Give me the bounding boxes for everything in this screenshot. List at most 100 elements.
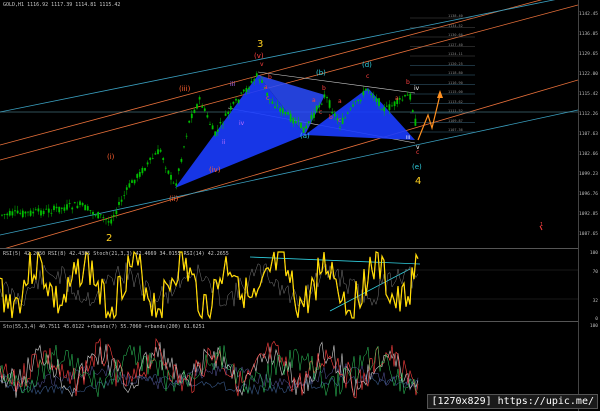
wave-label-a2: a xyxy=(312,97,316,104)
wave-label-e-paren: (e) xyxy=(412,163,422,171)
candle-body xyxy=(235,98,237,101)
candle-body xyxy=(248,87,250,90)
candle-body xyxy=(107,221,110,223)
candle-body xyxy=(16,210,19,214)
candle-body xyxy=(138,172,141,177)
candle-body xyxy=(352,104,354,107)
price-chart[interactable] xyxy=(0,0,578,248)
candle-body xyxy=(271,101,274,104)
candle-body xyxy=(357,99,360,102)
price-tick: 1142.45 xyxy=(579,12,598,17)
wave-label-iv-paren: (iv) xyxy=(209,166,221,174)
candle-body xyxy=(206,115,209,118)
candle-body xyxy=(276,104,279,106)
candle-body xyxy=(66,204,68,210)
candle-body xyxy=(76,205,79,209)
candle-body xyxy=(34,209,37,211)
candle-body xyxy=(209,124,211,125)
candle-body xyxy=(214,131,217,136)
candle-body xyxy=(344,117,347,119)
rsi-tick: 100 xyxy=(589,251,598,256)
axis-separator xyxy=(578,0,579,411)
fib-label: 1127.40 xyxy=(448,42,463,47)
candle-body xyxy=(383,107,386,112)
candle-body xyxy=(183,146,185,148)
candle-body xyxy=(24,211,27,214)
candle-body xyxy=(307,121,310,124)
price-tick: 1129.65 xyxy=(579,52,598,57)
wave-label-ii: ii xyxy=(222,139,226,146)
candle-body xyxy=(149,157,152,161)
rsi-tick: 32 xyxy=(592,299,598,304)
candle-body xyxy=(32,211,35,214)
wave-label-roman-iv: iv xyxy=(414,85,420,92)
candle-body xyxy=(294,121,297,124)
candle-body xyxy=(185,135,188,137)
candle-body xyxy=(180,159,183,162)
fib-label: 1118.80 xyxy=(448,71,463,75)
candle-body xyxy=(27,211,29,213)
candle-body xyxy=(323,94,326,98)
candle-body xyxy=(242,89,245,92)
candle-body xyxy=(14,210,16,212)
candle-body xyxy=(164,167,167,169)
wave-label-c3: c xyxy=(338,117,342,124)
wave-label-b1: b xyxy=(268,74,272,81)
candle-body xyxy=(128,183,131,188)
candle-body xyxy=(86,206,89,211)
candle-body xyxy=(188,120,191,123)
price-tick: 1136.05 xyxy=(579,32,598,37)
candle-body xyxy=(237,99,240,103)
wave-label-2: 2 xyxy=(106,233,113,244)
candle-body xyxy=(118,201,120,205)
candle-body xyxy=(11,211,14,216)
candle-body xyxy=(297,120,300,122)
wave-label-a1: a xyxy=(264,84,268,91)
candle-body xyxy=(354,100,357,102)
wave-label-c1: c xyxy=(266,95,270,102)
candle-body xyxy=(341,117,344,124)
candle-body xyxy=(112,214,115,217)
candle-body xyxy=(8,210,11,216)
candle-body xyxy=(6,213,9,216)
wave-label-3: 3 xyxy=(257,39,264,50)
candle-body xyxy=(146,162,149,165)
candle-body xyxy=(216,129,219,132)
candle-body xyxy=(365,88,367,91)
candle-body xyxy=(29,210,32,216)
candle-body xyxy=(97,211,100,219)
rsi-lines xyxy=(0,250,419,320)
candle-body xyxy=(398,98,401,100)
fib-label: 1138.40 xyxy=(448,14,463,18)
candle-body xyxy=(346,112,349,114)
candle-body xyxy=(328,100,331,108)
fib-label: 1134.52 xyxy=(448,23,463,28)
candle-body xyxy=(55,206,58,209)
rsi-panel[interactable] xyxy=(0,249,578,321)
candle-body xyxy=(131,180,133,183)
candle-body xyxy=(120,199,123,202)
fib-label: 1107.36 xyxy=(448,128,463,132)
rsi-axis: 100 70 32 0 xyxy=(578,249,600,322)
candle-body xyxy=(261,80,263,83)
candle-body xyxy=(393,101,396,107)
chart-window: GOLD,H1 1116.92 1117.39 1114.81 1115.42 … xyxy=(0,0,600,411)
candle-body xyxy=(177,168,180,171)
fib-label: 1113.62 xyxy=(448,99,463,104)
candle-body xyxy=(411,110,414,112)
candle-body xyxy=(253,79,256,81)
candle-body xyxy=(320,103,323,105)
sto-info: Sto(55,3,4) 40.7511 45.0122 +rbands(7) 5… xyxy=(3,324,205,330)
wave-label-b2: b xyxy=(322,85,326,92)
candle-body xyxy=(45,208,48,210)
candle-body xyxy=(63,207,66,211)
rsi-info: RSI(5) 42.2050 RSI(8) 42.4385 Stoch(21,3… xyxy=(3,251,229,257)
upic-watermark[interactable]: [1270x829] https://upic.me/ xyxy=(427,394,598,409)
candle-body xyxy=(68,203,71,205)
candle-body xyxy=(47,208,50,213)
candle-body xyxy=(172,182,175,184)
candle-body xyxy=(92,211,94,215)
candle-body xyxy=(284,111,287,115)
rsi-tick: 70 xyxy=(592,270,598,275)
wave-label-iv: iv xyxy=(239,120,245,127)
